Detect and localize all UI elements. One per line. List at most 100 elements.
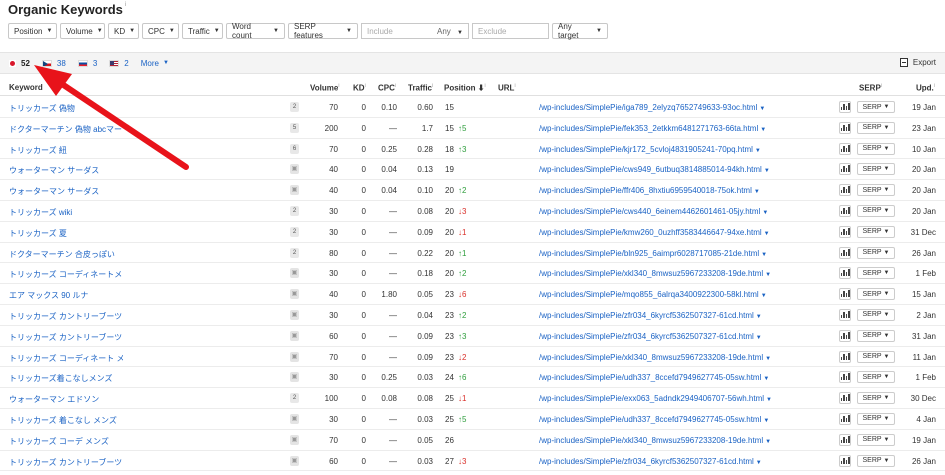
col-volume[interactable]: Volumei — [310, 83, 339, 93]
chevron-down-icon[interactable]: ▼ — [764, 168, 770, 174]
col-serp[interactable]: SERPi — [859, 83, 882, 93]
keyword-link[interactable]: エア マックス 90 ルナ — [9, 290, 88, 301]
url-link[interactable]: /wp-includes/SimplePie/zfr034_6kyrcf5362… — [539, 332, 762, 341]
serp-button[interactable]: SERP ▼ — [857, 163, 895, 176]
serp-button[interactable]: SERP ▼ — [857, 121, 895, 134]
country-tab-sk[interactable]: 3 — [77, 59, 97, 68]
keyword-link[interactable]: トリッカーズ カントリーブーツ 着こなし — [9, 332, 123, 343]
chevron-down-icon[interactable]: ▼ — [763, 376, 769, 382]
serp-image-icon[interactable]: ▣ — [290, 185, 299, 196]
serp-image-icon[interactable]: ▣ — [290, 413, 299, 424]
filter-kd[interactable]: KD ▼ — [108, 23, 139, 39]
position-history-button[interactable] — [839, 204, 851, 217]
keyword-link[interactable]: トリッカーズ カントリーブーツ コーデ — [9, 457, 123, 468]
position-history-button[interactable] — [839, 184, 851, 197]
serp-button[interactable]: SERP ▼ — [857, 288, 895, 301]
serp-features-count[interactable]: 2 — [290, 393, 299, 404]
serp-image-icon[interactable]: ▣ — [290, 434, 299, 445]
serp-button[interactable]: SERP ▼ — [857, 371, 895, 384]
serp-image-icon[interactable]: ▣ — [290, 289, 299, 300]
chevron-down-icon[interactable]: ▼ — [756, 460, 762, 466]
serp-button[interactable]: SERP ▼ — [857, 329, 895, 342]
position-history-button[interactable] — [839, 371, 851, 384]
chevron-down-icon[interactable]: ▼ — [755, 148, 761, 154]
serp-button[interactable]: SERP ▼ — [857, 433, 895, 446]
filter-cpc[interactable]: CPC ▼ — [142, 23, 179, 39]
keyword-link[interactable]: トリッカーズ コーデ メンズ — [9, 436, 109, 447]
col-url[interactable]: URLi — [498, 83, 516, 93]
position-history-button[interactable] — [839, 225, 851, 238]
serp-features-count[interactable]: 2 — [290, 205, 299, 216]
url-link[interactable]: /wp-includes/SimplePie/iga789_2elyzq7652… — [539, 103, 765, 112]
chevron-down-icon[interactable]: ▼ — [765, 439, 771, 445]
url-link[interactable]: /wp-includes/SimplePie/mqo855_6alrqa3400… — [539, 290, 767, 299]
chevron-down-icon[interactable]: ▼ — [761, 252, 767, 258]
keyword-link[interactable]: トリッカーズ コーディネート メンズ — [9, 353, 123, 364]
exclude-input[interactable]: Exclude — [472, 23, 549, 39]
chevron-down-icon[interactable]: ▼ — [765, 356, 771, 362]
serp-button[interactable]: SERP ▼ — [857, 267, 895, 280]
url-link[interactable]: /wp-includes/SimplePie/cws440_6einem4462… — [539, 207, 768, 216]
serp-button[interactable]: SERP ▼ — [857, 246, 895, 259]
position-history-button[interactable] — [839, 121, 851, 134]
serp-button[interactable]: SERP ▼ — [857, 225, 895, 238]
chevron-down-icon[interactable]: ▼ — [761, 293, 767, 299]
keyword-link[interactable]: ウォーターマン サーダス — [9, 165, 99, 176]
keyword-link[interactable]: トリッカーズ 偽物 — [9, 103, 75, 114]
filter-word-count[interactable]: Word count ▼ — [226, 22, 285, 40]
chevron-down-icon[interactable]: ▼ — [766, 397, 772, 403]
include-input[interactable]: Include Any ▼ — [361, 23, 469, 39]
keyword-link[interactable]: トリッカーズ wiki — [9, 207, 72, 218]
position-history-button[interactable] — [839, 392, 851, 405]
serp-button[interactable]: SERP ▼ — [857, 184, 895, 197]
col-keyword[interactable]: Keyword — [9, 83, 43, 92]
serp-button[interactable]: SERP ▼ — [857, 308, 895, 321]
more-countries-button[interactable]: More ▼ — [141, 59, 169, 68]
col-traffic[interactable]: Traffici — [408, 83, 433, 93]
chevron-down-icon[interactable]: ▼ — [760, 127, 766, 133]
url-link[interactable]: /wp-includes/SimplePie/xkl340_8mwsuz5967… — [539, 436, 771, 445]
serp-image-icon[interactable]: ▣ — [290, 330, 299, 341]
position-history-button[interactable] — [839, 246, 851, 259]
url-link[interactable]: /wp-includes/SimplePie/xkl340_8mwsuz5967… — [539, 269, 771, 278]
chevron-down-icon[interactable]: ▼ — [764, 231, 770, 237]
url-link[interactable]: /wp-includes/SimplePie/udh337_8ccefd7949… — [539, 373, 769, 382]
serp-button[interactable]: SERP ▼ — [857, 350, 895, 363]
serp-features-count[interactable]: 2 — [290, 226, 299, 237]
keyword-link[interactable]: トリッカーズ着こなしメンズ — [9, 373, 112, 384]
keyword-link[interactable]: ドクターマーチン 偽物 abcマー — [9, 124, 122, 135]
col-position[interactable]: Position ⬇i — [444, 83, 486, 93]
serp-button[interactable]: SERP ▼ — [857, 101, 895, 113]
url-link[interactable]: /wp-includes/SimplePie/kmw260_0uzhff3583… — [539, 228, 770, 237]
serp-button[interactable]: SERP ▼ — [857, 142, 895, 155]
keyword-link[interactable]: トリッカーズ カントリーブーツ 着こなし — [9, 311, 123, 322]
col-kd[interactable]: KDi — [353, 83, 366, 93]
keyword-link[interactable]: ドクターマーチン 合皮っぽい — [9, 249, 115, 260]
position-history-button[interactable] — [839, 308, 851, 321]
url-link[interactable]: /wp-includes/SimplePie/exx063_5adndk2949… — [539, 394, 772, 403]
url-link[interactable]: /wp-includes/SimplePie/zfr034_6kyrcf5362… — [539, 457, 762, 466]
chevron-down-icon[interactable]: ▼ — [754, 189, 760, 195]
serp-button[interactable]: SERP ▼ — [857, 412, 895, 425]
url-link[interactable]: /wp-includes/SimplePie/bln925_6aimpr6028… — [539, 249, 767, 258]
filter-position[interactable]: Position ▼ — [8, 23, 57, 39]
position-history-button[interactable] — [839, 329, 851, 342]
info-icon[interactable]: i — [125, 2, 126, 8]
serp-image-icon[interactable]: ▣ — [290, 309, 299, 320]
filter-volume[interactable]: Volume ▼ — [60, 23, 105, 39]
url-link[interactable]: /wp-includes/SimplePie/xkl340_8mwsuz5967… — [539, 353, 771, 362]
serp-features-count[interactable]: 2 — [290, 247, 299, 258]
country-tab-jp[interactable]: 52 — [9, 59, 30, 68]
serp-button[interactable]: SERP ▼ — [857, 204, 895, 217]
serp-image-icon[interactable]: ▣ — [290, 455, 299, 466]
keyword-link[interactable]: トリッカーズ 着こなし メンズ — [9, 415, 117, 426]
position-history-button[interactable] — [839, 267, 851, 280]
url-link[interactable]: /wp-includes/SimplePie/cws949_6utbuq3814… — [539, 165, 770, 174]
keyword-link[interactable]: トリッカーズ 夏 — [9, 228, 67, 239]
country-tab-us[interactable]: 2 — [109, 59, 129, 68]
position-history-button[interactable] — [839, 350, 851, 363]
chevron-down-icon[interactable]: ▼ — [756, 314, 762, 320]
serp-image-icon[interactable]: ▣ — [290, 372, 299, 383]
chevron-down-icon[interactable]: ▼ — [759, 106, 765, 112]
serp-features-count[interactable]: 2 — [290, 102, 299, 112]
